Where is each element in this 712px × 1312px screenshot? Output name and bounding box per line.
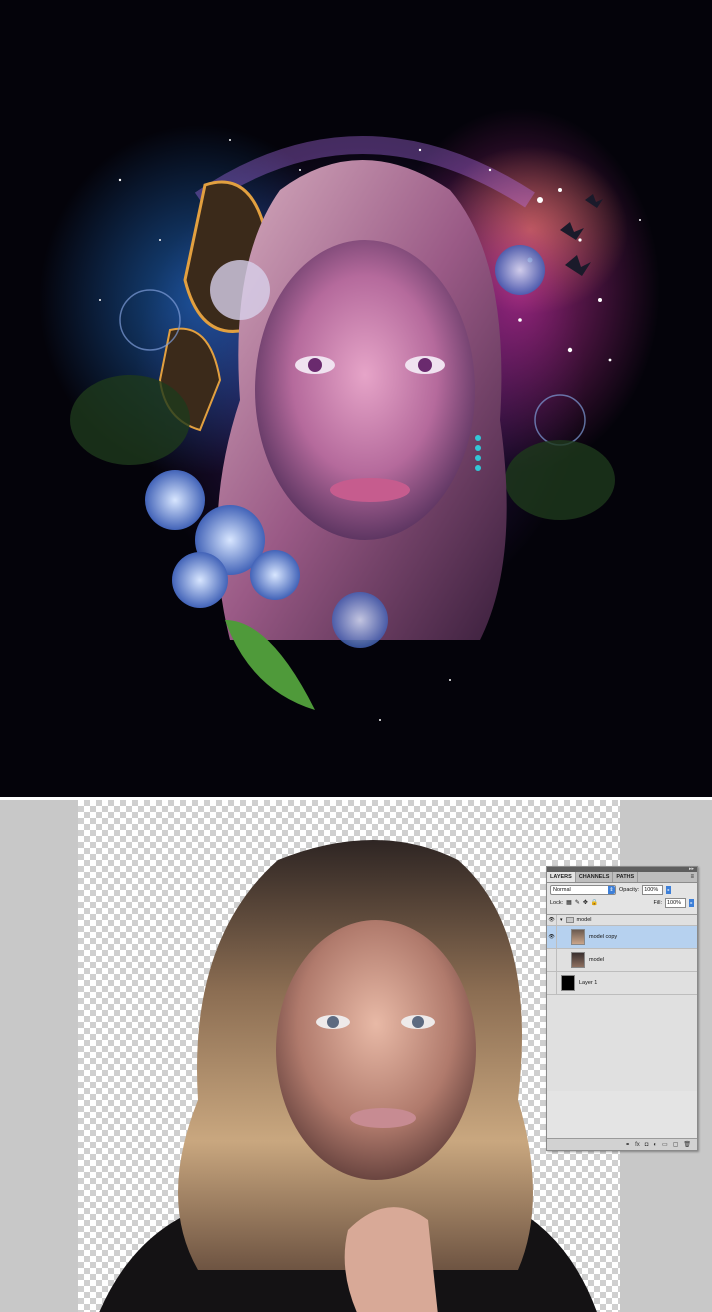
expand-triangle-icon[interactable]: ▾ xyxy=(560,917,563,923)
opacity-field[interactable]: 100% xyxy=(642,884,664,895)
layer-thumbnail xyxy=(571,952,585,968)
layer-thumbnail xyxy=(571,929,585,945)
eye-icon[interactable]: 👁 xyxy=(547,915,557,925)
layer-thumbnail xyxy=(561,975,575,991)
folder-icon xyxy=(565,917,574,923)
artwork-illustration xyxy=(70,136,641,721)
opacity-label: Opacity: xyxy=(619,886,640,893)
layer-name: Layer 1 xyxy=(579,980,598,986)
layer-style-icon[interactable]: fx xyxy=(635,1140,640,1150)
blend-mode-select[interactable]: Normal ⇕ xyxy=(550,884,616,895)
lock-all-icon[interactable]: 🔒 xyxy=(591,899,598,907)
blend-mode-value: Normal xyxy=(553,886,571,893)
layer-layer-1[interactable]: Layer 1 xyxy=(547,972,697,995)
trash-icon[interactable]: 🗑 xyxy=(683,1140,691,1150)
panel-footer: ⚭ fx ◘ ◐ ▭ ▢ 🗑 xyxy=(547,1138,697,1150)
lock-pixels-icon[interactable]: ✎ xyxy=(575,899,580,907)
panel-tabs: LAYERS CHANNELS PATHS ≡ xyxy=(547,872,697,883)
lock-transparent-icon[interactable]: ▦ xyxy=(566,899,572,907)
eye-toggle-empty[interactable] xyxy=(547,949,557,971)
tab-layers[interactable]: LAYERS xyxy=(547,872,576,882)
layer-model-copy[interactable]: 👁 model copy xyxy=(547,926,697,949)
select-arrows-icon: ⇕ xyxy=(608,885,615,894)
tab-paths[interactable]: PATHS xyxy=(613,872,639,882)
add-mask-icon[interactable]: ◘ xyxy=(645,1140,649,1150)
adjustment-layer-icon[interactable]: ◐ xyxy=(653,1140,657,1150)
layer-model[interactable]: model xyxy=(547,949,697,972)
link-layers-icon[interactable]: ⚭ xyxy=(625,1140,630,1150)
layer-name: model xyxy=(576,917,592,923)
blend-row: Normal ⇕ Opacity: 100% ▸ xyxy=(547,883,697,896)
panel-menu-icon[interactable]: ≡ xyxy=(690,873,694,881)
layer-list: 👁 ▾ model 👁 model copy model Layer 1 xyxy=(547,914,697,1091)
new-group-icon[interactable]: ▭ xyxy=(662,1140,668,1150)
lock-label: Lock: xyxy=(550,899,564,906)
eye-toggle-empty[interactable] xyxy=(547,972,557,994)
lock-row: Lock: ▦ ✎ ✥ 🔒 Fill: 100% ▸ xyxy=(547,896,697,909)
layer-group-model[interactable]: 👁 ▾ model xyxy=(547,915,697,926)
fill-field[interactable]: 100% xyxy=(665,897,686,908)
layer-name: model xyxy=(589,957,604,963)
eye-icon[interactable]: 👁 xyxy=(547,926,557,948)
tab-channels[interactable]: CHANNELS xyxy=(576,872,614,882)
artwork-composite xyxy=(0,0,712,797)
opacity-dropdown-icon[interactable]: ▸ xyxy=(666,885,672,894)
model-cutout xyxy=(99,840,597,1312)
lock-position-icon[interactable]: ✥ xyxy=(583,899,588,907)
layer-name: model copy xyxy=(589,934,618,940)
new-layer-icon[interactable]: ▢ xyxy=(673,1140,679,1150)
fill-label: Fill: xyxy=(653,899,662,906)
fill-dropdown-icon[interactable]: ▸ xyxy=(689,898,694,907)
photoshop-workspace: ▸ ▸ LAYERS CHANNELS PATHS ≡ Normal ⇕ Opac… xyxy=(0,797,712,1312)
layers-panel: ▸ ▸ LAYERS CHANNELS PATHS ≡ Normal ⇕ Opac… xyxy=(546,866,698,1151)
